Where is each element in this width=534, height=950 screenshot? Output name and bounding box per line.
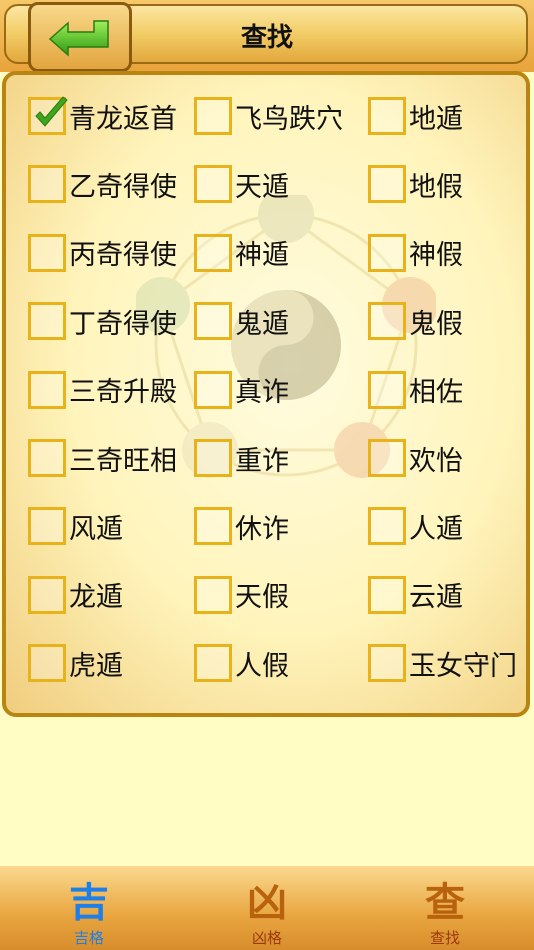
checkbox[interactable] (368, 165, 406, 204)
back-arrow-icon (48, 20, 109, 57)
pattern-label: 天遁 (235, 171, 289, 203)
pattern-option[interactable]: 三奇旺相 (28, 433, 177, 483)
pattern-option[interactable]: 虎遁 (28, 638, 123, 688)
pattern-label: 人遁 (409, 513, 463, 545)
checkbox[interactable] (194, 439, 232, 477)
checkbox[interactable] (194, 97, 232, 135)
tab-label: 查找 (429, 929, 460, 947)
pattern-label: 天假 (235, 582, 289, 614)
pattern-option[interactable]: 天遁 (194, 159, 289, 209)
pattern-option[interactable]: 地遁 (368, 91, 463, 141)
checkbox[interactable] (368, 507, 406, 546)
svg-text:吉: 吉 (69, 880, 109, 924)
pattern-option[interactable]: 天假 (194, 570, 289, 620)
pattern-label: 丁奇得使 (69, 308, 177, 340)
checkbox[interactable] (194, 165, 232, 204)
pattern-label: 乙奇得使 (69, 171, 177, 203)
checkbox[interactable] (194, 575, 232, 614)
checkbox[interactable] (28, 370, 66, 409)
pattern-label: 丙奇得使 (69, 240, 177, 272)
pattern-label: 真诈 (235, 377, 289, 409)
checkbox[interactable] (368, 644, 406, 683)
pattern-option[interactable]: 欢怡 (368, 433, 463, 483)
pattern-option[interactable]: 地假 (368, 159, 463, 209)
checkbox[interactable] (368, 97, 406, 135)
inauspicious-tab-icon: 凶 (178, 874, 356, 928)
tab-inauspicious[interactable]: 凶 凶格 (178, 866, 356, 950)
checkbox[interactable] (368, 439, 406, 477)
checkbox[interactable] (28, 439, 66, 477)
pattern-label: 鬼遁 (235, 308, 289, 340)
pattern-label: 三奇旺相 (69, 445, 177, 477)
pattern-grid-panel: 青龙返首 飞鸟跌穴 地遁乙奇得使 天遁 地假丙奇得使 神遁 神假丁奇得使 鬼遁 鬼假三奇升殿 真诈… (2, 71, 530, 717)
checkbox[interactable] (28, 575, 66, 614)
pattern-option[interactable]: 神假 (368, 228, 463, 278)
pattern-option[interactable]: 青龙返首 (28, 91, 177, 141)
checkbox[interactable] (28, 302, 66, 341)
pattern-label: 龙遁 (69, 582, 123, 614)
pattern-option[interactable]: 龙遁 (28, 570, 123, 620)
pattern-label: 神遁 (235, 240, 289, 272)
checkmark-icon (35, 96, 68, 127)
navigation-bar: 查找 (0, 0, 534, 72)
tab-label: 吉格 (73, 929, 104, 947)
checkbox[interactable] (194, 507, 232, 546)
pattern-option[interactable]: 丁奇得使 (28, 296, 177, 346)
checkbox[interactable] (28, 165, 66, 204)
svg-text:查: 查 (425, 880, 465, 924)
pattern-option[interactable]: 神遁 (194, 228, 289, 278)
pattern-option[interactable]: 丙奇得使 (28, 228, 177, 278)
pattern-label: 三奇升殿 (69, 377, 177, 409)
pattern-label: 相佐 (409, 377, 463, 409)
pattern-label: 青龙返首 (69, 103, 177, 135)
checkbox[interactable] (28, 644, 66, 683)
tab-search[interactable]: 查 查找 (356, 866, 534, 950)
pattern-label: 飞鸟跌穴 (235, 103, 343, 135)
pattern-label: 云遁 (409, 582, 463, 614)
auspicious-tab-icon: 吉 (0, 874, 178, 928)
svg-text:凶: 凶 (247, 880, 287, 924)
tab-auspicious[interactable]: 吉 吉格 (0, 866, 178, 950)
checkbox[interactable] (194, 302, 232, 341)
pattern-label: 鬼假 (409, 308, 463, 340)
pattern-label: 休诈 (235, 513, 289, 545)
pattern-label: 重诈 (235, 445, 289, 477)
pattern-option[interactable]: 休诈 (194, 501, 289, 551)
pattern-option[interactable]: 人遁 (368, 501, 463, 551)
pattern-option[interactable]: 真诈 (194, 365, 289, 415)
pattern-option[interactable]: 鬼遁 (194, 296, 289, 346)
pattern-label: 风遁 (69, 513, 123, 545)
pattern-label: 玉女守门 (409, 650, 517, 682)
pattern-option[interactable]: 重诈 (194, 433, 289, 483)
back-button[interactable] (28, 2, 132, 72)
checkbox[interactable] (368, 370, 406, 409)
checkbox[interactable] (194, 370, 232, 409)
pattern-label: 地遁 (409, 103, 463, 135)
pattern-label: 地假 (409, 171, 463, 203)
pattern-option[interactable]: 风遁 (28, 501, 123, 551)
pattern-option[interactable]: 三奇升殿 (28, 365, 177, 415)
checkbox[interactable] (368, 233, 406, 272)
checkbox[interactable] (194, 233, 232, 272)
checkbox[interactable] (28, 96, 68, 135)
checkbox[interactable] (368, 302, 406, 341)
tab-bar: 吉 吉格 凶 凶格 查 查找 (0, 866, 534, 950)
pattern-option[interactable]: 人假 (194, 638, 289, 688)
pattern-label: 虎遁 (69, 650, 123, 682)
tab-label: 凶格 (251, 929, 282, 947)
pattern-option[interactable]: 相佐 (368, 365, 463, 415)
checkbox[interactable] (368, 575, 406, 614)
checkbox[interactable] (194, 644, 232, 683)
checkbox[interactable] (28, 507, 66, 546)
pattern-label: 人假 (235, 650, 289, 682)
pattern-option[interactable]: 乙奇得使 (28, 159, 177, 209)
pattern-option[interactable]: 云遁 (368, 570, 463, 620)
checkbox[interactable] (28, 233, 66, 272)
pattern-label: 神假 (409, 240, 463, 272)
search-tab-icon: 查 (356, 874, 534, 928)
pattern-option[interactable]: 玉女守门 (368, 638, 517, 688)
pattern-option[interactable]: 飞鸟跌穴 (194, 91, 343, 141)
pattern-label: 欢怡 (409, 445, 463, 477)
pattern-option[interactable]: 鬼假 (368, 296, 463, 346)
